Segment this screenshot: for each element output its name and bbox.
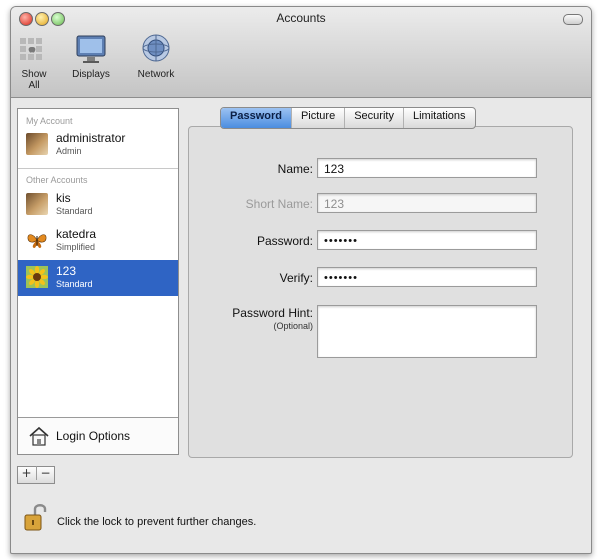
password-hint-label: Password Hint:	[232, 306, 313, 320]
password-field[interactable]: •••••••	[317, 230, 537, 250]
account-type: Standard	[56, 206, 93, 216]
butterfly-icon	[26, 229, 48, 251]
network-button[interactable]: Network	[131, 32, 181, 80]
account-name: administrator	[56, 131, 126, 145]
accounts-sidebar: My Account administrator Admin Other Acc…	[17, 108, 179, 455]
apple-grid-icon	[17, 32, 51, 66]
name-field[interactable]: 123	[317, 158, 537, 178]
account-tabs: Password Picture Security Limitations	[220, 107, 476, 129]
password-label: Password:	[256, 234, 313, 248]
tab-password[interactable]: Password	[221, 108, 292, 128]
account-type: Simplified	[56, 242, 96, 252]
add-remove-buttons: + −	[17, 466, 55, 484]
open-lock-icon[interactable]	[23, 501, 49, 537]
window-title: Accounts	[276, 11, 326, 25]
account-item-123-selected[interactable]: 123 Standard	[18, 260, 178, 296]
house-icon	[28, 425, 50, 451]
account-item-administrator[interactable]: administrator Admin	[18, 127, 178, 163]
short-name-label: Short Name:	[245, 197, 313, 211]
password-hint-optional: (Optional)	[273, 321, 313, 331]
toolbar-toggle-button[interactable]	[563, 14, 583, 25]
dog-photo-icon	[26, 193, 48, 215]
show-all-label: Show All	[21, 69, 47, 91]
account-name: 123	[56, 264, 77, 278]
title-toolbar: Accounts Show All Displays Network	[11, 7, 591, 98]
login-options-label: Login Options	[56, 429, 131, 443]
display-icon	[74, 32, 108, 66]
displays-label: Displays	[72, 69, 110, 80]
add-account-button[interactable]: +	[18, 466, 35, 480]
short-name-field[interactable]: 123	[317, 193, 537, 213]
password-hint-field[interactable]	[317, 305, 537, 358]
name-label: Name:	[277, 162, 313, 176]
account-name: kis	[56, 191, 71, 205]
login-options-item[interactable]: Login Options	[18, 417, 178, 454]
section-divider	[18, 168, 178, 169]
remove-account-button[interactable]: −	[36, 466, 54, 480]
my-account-section-label: My Account	[26, 116, 73, 126]
tab-limitations[interactable]: Limitations	[404, 108, 475, 128]
account-type: Admin	[56, 146, 82, 156]
tab-security[interactable]: Security	[345, 108, 404, 128]
verify-label: Verify:	[279, 271, 313, 285]
other-accounts-section-label: Other Accounts	[26, 175, 88, 185]
account-type: Standard	[56, 279, 93, 289]
sunflower-icon	[26, 266, 48, 288]
network-label: Network	[137, 69, 175, 80]
tab-picture[interactable]: Picture	[292, 108, 346, 128]
show-all-button[interactable]: Show All	[15, 32, 53, 91]
account-item-katedra[interactable]: katedra Simplified	[18, 223, 178, 259]
displays-button[interactable]: Displays	[66, 32, 116, 80]
dog-photo-icon	[26, 133, 48, 155]
network-globe-icon	[139, 32, 173, 66]
verify-field[interactable]: •••••••	[317, 267, 537, 287]
lock-message: Click the lock to prevent further change…	[57, 516, 257, 528]
account-item-kis[interactable]: kis Standard	[18, 187, 178, 223]
account-name: katedra	[56, 227, 97, 241]
